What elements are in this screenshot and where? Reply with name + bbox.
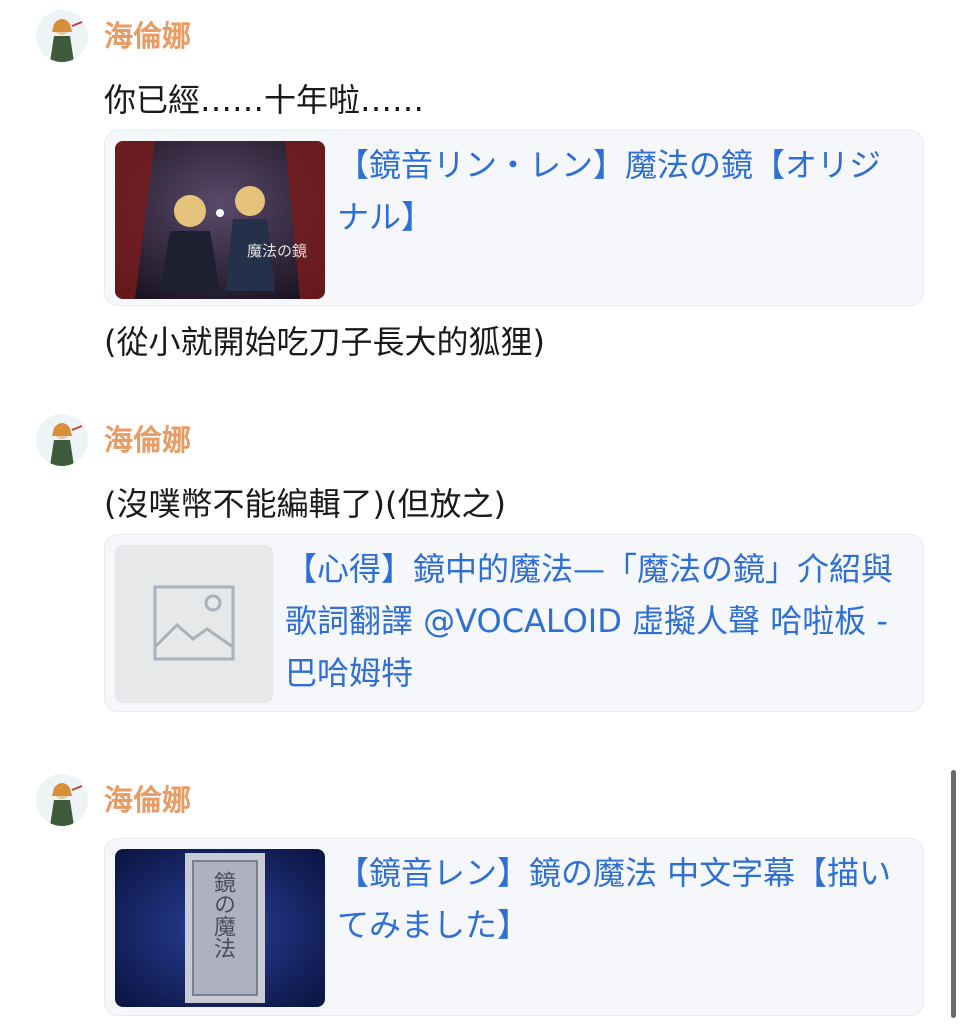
avatar[interactable] (36, 10, 88, 62)
thumbnail-placeholder[interactable] (115, 545, 273, 703)
message-text: (從小就開始吃刀子長大的狐狸) (104, 323, 545, 361)
link-title[interactable]: 【鏡音レン】鏡の魔法 中文字幕【描いてみました】 (337, 847, 907, 951)
thumbnail-caption: 魔法の鏡 (246, 242, 307, 260)
thumbnail-caption: 鏡の魔法 (210, 871, 235, 959)
link-preview-card[interactable]: 魔法の鏡 【鏡音リン・レン】魔法の鏡【オリジナル】 (104, 130, 924, 306)
scrollbar[interactable] (951, 770, 956, 1018)
message-text: 你已經……十年啦…… (104, 81, 425, 119)
link-preview-card[interactable]: 【心得】鏡中的魔法—「魔法の鏡」介紹與歌詞翻譯 @VOCALOID 虛擬人聲 哈… (104, 534, 924, 712)
author-name[interactable]: 海倫娜 (104, 780, 191, 820)
avatar[interactable] (36, 774, 88, 826)
author-name[interactable]: 海倫娜 (104, 16, 191, 56)
link-preview-card[interactable]: 鏡の魔法 【鏡音レン】鏡の魔法 中文字幕【描いてみました】 (104, 838, 924, 1016)
video-thumbnail[interactable]: 魔法の鏡 (115, 141, 325, 299)
link-title[interactable]: 【心得】鏡中的魔法—「魔法の鏡」介紹與歌詞翻譯 @VOCALOID 虛擬人聲 哈… (285, 543, 907, 699)
link-title[interactable]: 【鏡音リン・レン】魔法の鏡【オリジナル】 (337, 139, 907, 243)
author-name[interactable]: 海倫娜 (104, 420, 191, 460)
video-thumbnail[interactable]: 鏡の魔法 (115, 849, 325, 1007)
image-placeholder-icon (153, 585, 235, 661)
message-text: (沒噗幣不能編輯了)(但放之) (104, 485, 506, 523)
avatar[interactable] (36, 414, 88, 466)
